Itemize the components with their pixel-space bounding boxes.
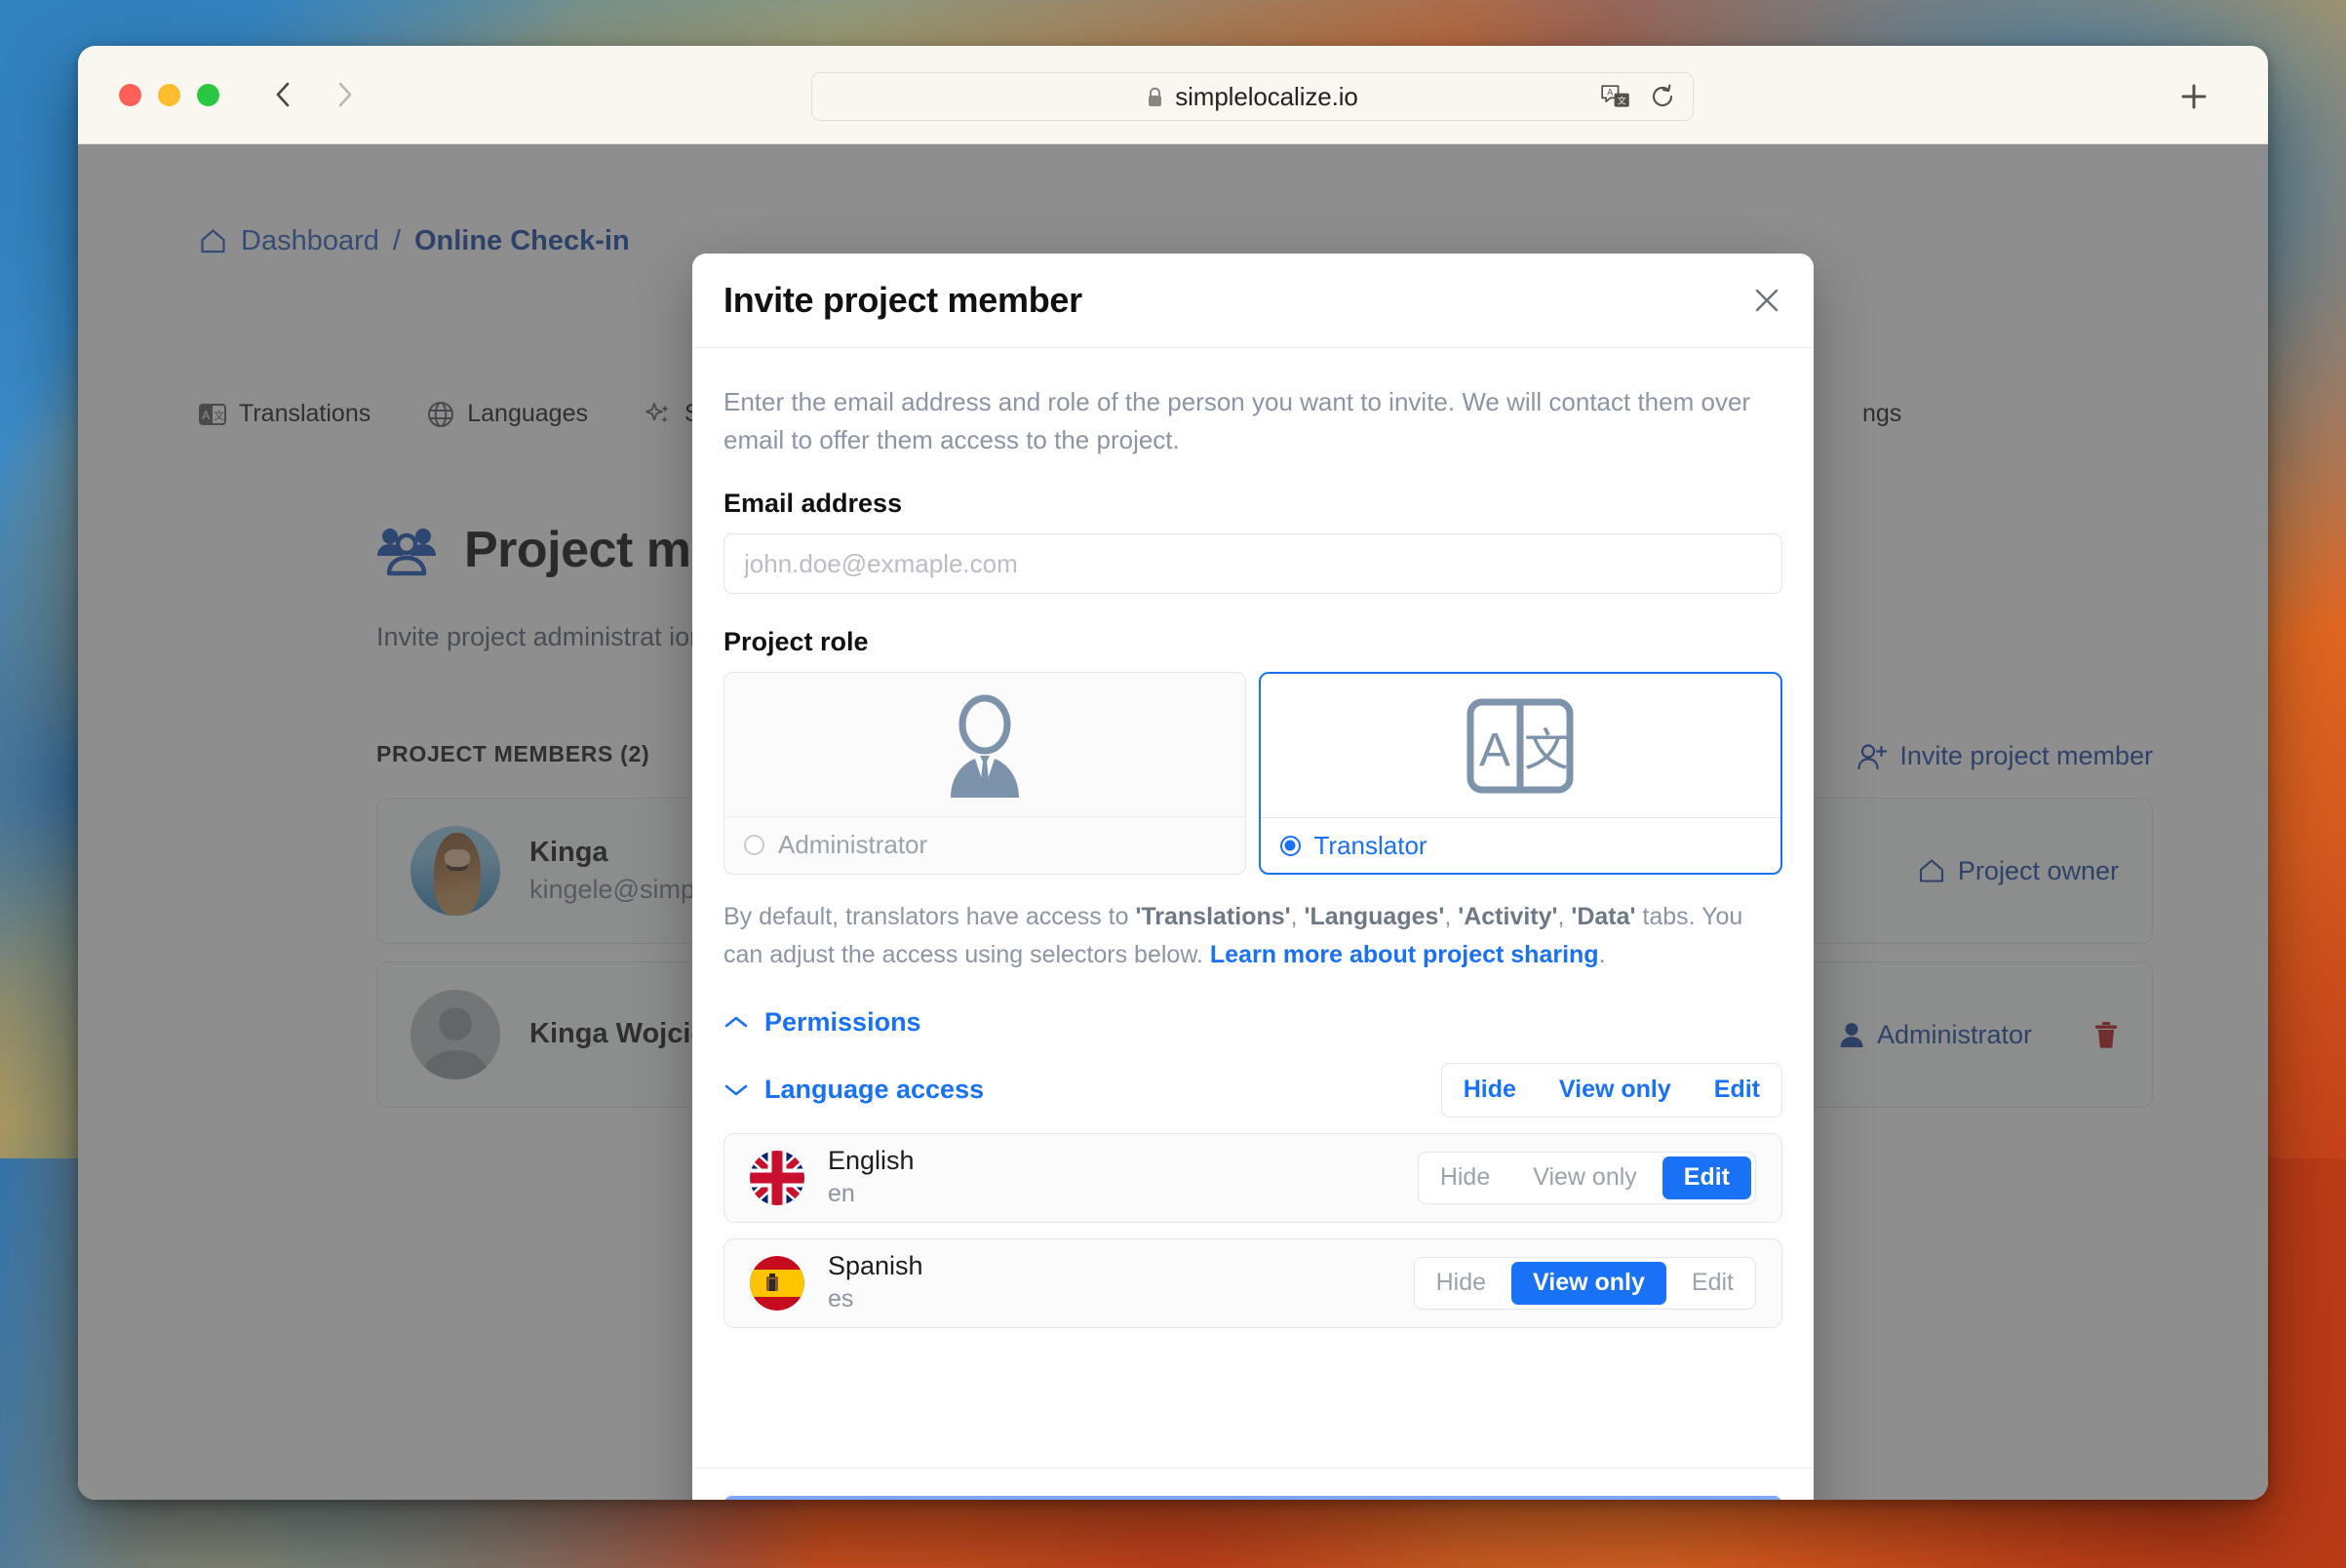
note-tab-translations: 'Translations' — [1135, 903, 1291, 930]
role-option-administrator[interactable]: Administrator — [723, 672, 1246, 875]
note-tab-activity: 'Activity' — [1458, 903, 1558, 930]
flag-gb-icon — [750, 1150, 804, 1205]
option-view-only[interactable]: View only — [1511, 1153, 1659, 1203]
note-suffix: . — [1598, 940, 1606, 968]
list-item: Spanish es Hide View only Edit — [723, 1237, 1782, 1328]
option-hide[interactable]: Hide — [1415, 1258, 1507, 1309]
email-field[interactable] — [723, 533, 1782, 594]
language-code: en — [828, 1180, 855, 1208]
note-tab-data: 'Data' — [1571, 903, 1636, 930]
back-button[interactable] — [271, 80, 296, 109]
address-bar-content: simplelocalize.io — [1147, 82, 1358, 112]
list-item: English en Hide View only Edit — [723, 1132, 1782, 1223]
language-name: Spanish — [828, 1251, 923, 1281]
language-permission-selector-en: Hide View only Edit — [1417, 1151, 1756, 1204]
chevron-up-icon — [723, 1014, 749, 1030]
bulk-option-view-only[interactable]: View only — [1538, 1064, 1693, 1117]
minimize-window-button[interactable] — [158, 83, 180, 106]
role-option-footer: Administrator — [724, 817, 1245, 872]
browser-window: simplelocalize.io A 文 Invite project mem… — [78, 46, 2268, 1500]
dialog-header: Invite project member — [692, 254, 1814, 348]
option-view-only[interactable]: View only — [1511, 1261, 1666, 1305]
role-option-footer: Translator — [1261, 818, 1781, 873]
translate-icon[interactable]: A 文 — [1601, 84, 1630, 109]
dialog-intro-text: Enter the email address and role of the … — [723, 387, 1751, 454]
language-access-toggle[interactable]: Language access — [723, 1075, 984, 1105]
businessperson-icon — [724, 673, 1245, 817]
radio-administrator[interactable] — [744, 834, 764, 855]
role-option-label: Translator — [1313, 830, 1427, 860]
note-prefix: By default, translators have access to — [723, 903, 1136, 930]
project-role-label: Project role — [723, 627, 869, 656]
role-option-translator[interactable]: A 文 Translator — [1258, 672, 1782, 875]
bulk-option-hide[interactable]: Hide — [1442, 1064, 1538, 1117]
radio-translator[interactable] — [1279, 835, 1301, 856]
close-window-button[interactable] — [119, 83, 141, 106]
language-name: English — [828, 1146, 915, 1176]
reload-icon[interactable] — [1650, 84, 1675, 109]
forward-button[interactable] — [332, 80, 357, 109]
chevron-down-icon — [723, 1082, 749, 1098]
language-access-label: Language access — [764, 1075, 985, 1104]
window-traffic-lights — [119, 83, 219, 106]
project-sharing-link[interactable]: Learn more about project sharing — [1210, 941, 1599, 968]
dialog-title: Invite project member — [723, 280, 1082, 320]
lock-icon — [1147, 87, 1163, 107]
svg-text:文: 文 — [1524, 724, 1569, 776]
close-icon[interactable] — [1747, 281, 1786, 320]
project-role-selector: Administrator A 文 Translator — [723, 672, 1782, 875]
option-edit[interactable]: Edit — [1670, 1258, 1755, 1309]
invite-project-member-dialog: Invite project member Enter the email ad… — [692, 254, 1814, 1500]
flag-es-icon — [750, 1255, 804, 1311]
language-code: es — [828, 1285, 854, 1313]
svg-text:A: A — [1479, 725, 1510, 776]
permissions-toggle[interactable]: Permissions — [723, 1007, 1782, 1038]
note-tab-languages: 'Languages' — [1304, 903, 1445, 930]
navigation-arrows — [271, 80, 357, 109]
email-field-label: Email address — [723, 489, 903, 518]
bulk-option-edit[interactable]: Edit — [1693, 1064, 1781, 1117]
svg-text:A: A — [1607, 88, 1613, 98]
browser-toolbar: simplelocalize.io A 文 — [78, 46, 2268, 144]
address-bar-actions: A 文 — [1601, 73, 1675, 120]
option-hide[interactable]: Hide — [1419, 1153, 1511, 1203]
language-info: English en — [828, 1145, 915, 1209]
option-edit[interactable]: Edit — [1662, 1156, 1751, 1199]
role-description-note: By default, translators have access to '… — [723, 903, 1743, 968]
language-info: Spanish es — [828, 1250, 923, 1314]
desktop-wallpaper: simplelocalize.io A 文 Invite project mem… — [0, 0, 2346, 1568]
send-invitation-button[interactable]: Send invitation — [723, 1496, 1782, 1500]
translate-box-icon: A 文 — [1260, 674, 1780, 818]
url-text: simplelocalize.io — [1175, 81, 1358, 111]
dialog-body: Enter the email address and role of the … — [692, 348, 1814, 1468]
address-bar[interactable]: simplelocalize.io A 文 — [811, 72, 1694, 121]
svg-text:文: 文 — [1618, 95, 1626, 105]
language-permission-selector-es: Hide View only Edit — [1413, 1256, 1756, 1310]
permissions-label: Permissions — [764, 1006, 921, 1037]
dialog-footer: Send invitation — [692, 1468, 1814, 1500]
language-access-header: Language access Hide View only Edit — [723, 1062, 1782, 1117]
new-tab-button[interactable] — [2176, 79, 2211, 114]
role-option-label: Administrator — [778, 829, 928, 859]
language-access-bulk-selector: Hide View only Edit — [1440, 1062, 1782, 1117]
maximize-window-button[interactable] — [197, 83, 219, 106]
